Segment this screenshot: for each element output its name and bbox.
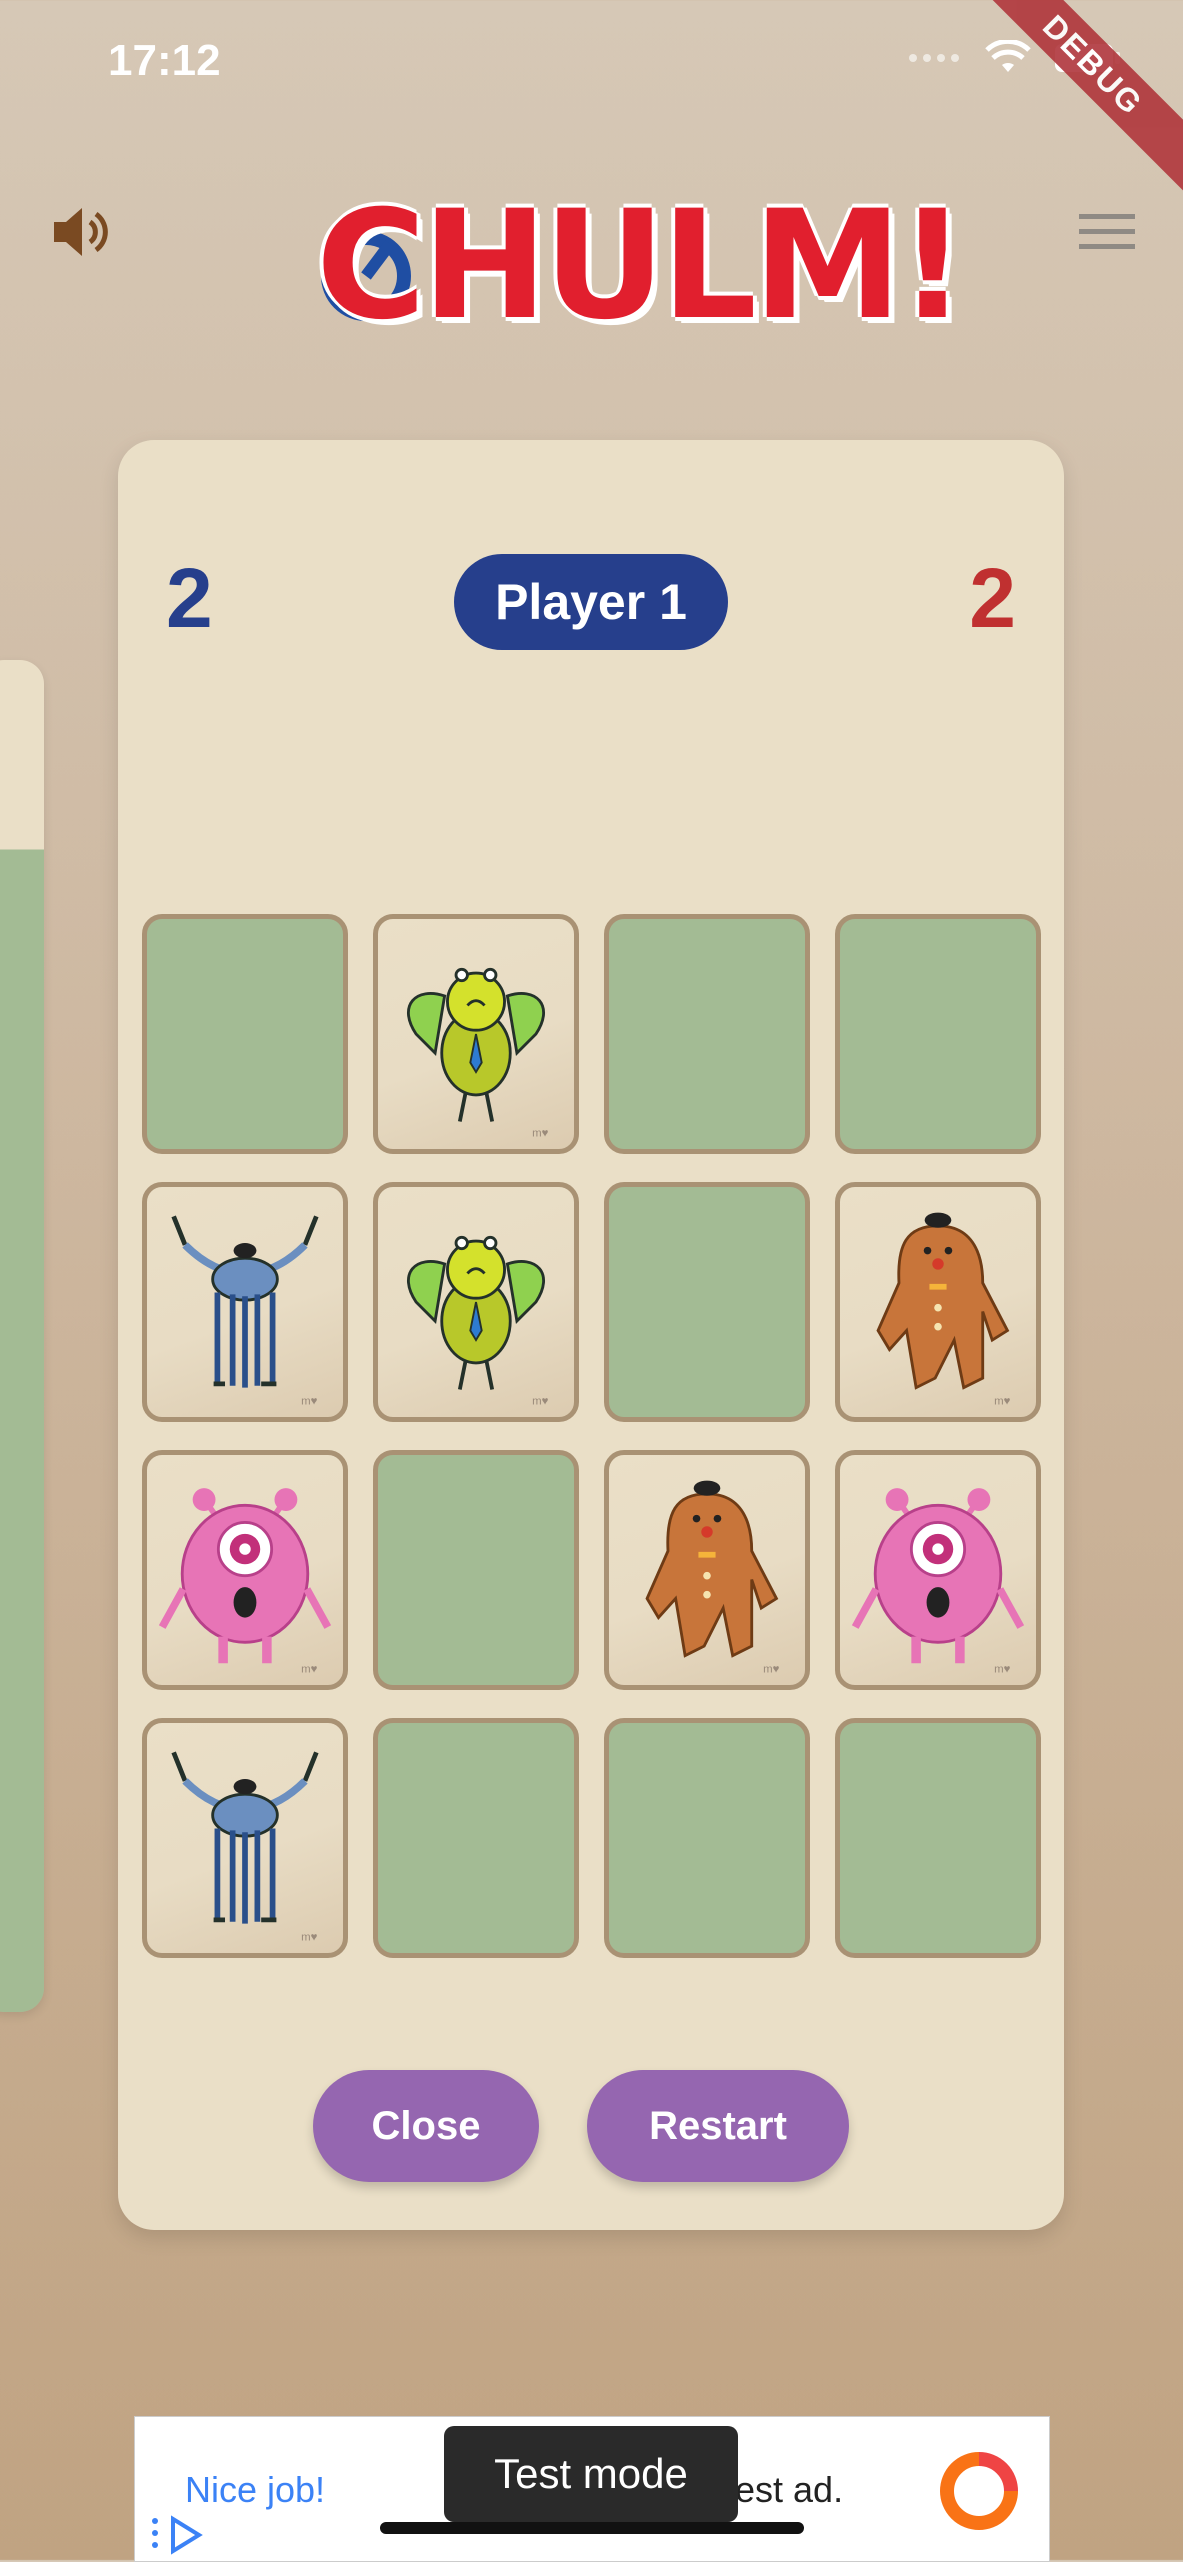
menu-button[interactable] [1079, 212, 1135, 257]
card-hidden[interactable] [142, 914, 348, 1154]
card-faceup-gingerbread[interactable]: m♥ [604, 1450, 810, 1690]
previous-board-card [0, 660, 44, 2012]
home-indicator[interactable] [380, 2522, 804, 2534]
speaker-icon [54, 208, 108, 256]
svg-text:m♥: m♥ [301, 1664, 318, 1676]
svg-text:m♥: m♥ [301, 1396, 318, 1408]
restart-button[interactable]: Restart [587, 2070, 849, 2182]
hamburger-menu-icon [1079, 214, 1135, 249]
status-time: 17:12 [108, 36, 221, 85]
card-grid: m♥ m♥ m♥ m♥ m♥ m♥ m♥ m♥ [142, 914, 1041, 1958]
ad-text: est ad. [735, 2469, 844, 2510]
ad-title: Nice job! [185, 2469, 326, 2510]
action-buttons: Close Restart [118, 2070, 1064, 2182]
svg-text:m♥: m♥ [532, 1396, 549, 1408]
game-board: 2 Player 1 2 m♥ m♥ m♥ m♥ m♥ m♥ m♥ m♥ Clo… [118, 440, 1064, 2230]
card-faceup-blue-octopus[interactable]: m♥ [142, 1182, 348, 1422]
card-hidden[interactable] [373, 1718, 579, 1958]
card-hidden[interactable] [604, 1718, 810, 1958]
svg-text:m♥: m♥ [532, 1128, 549, 1140]
card-hidden[interactable] [373, 1450, 579, 1690]
card-faceup-green-bird[interactable]: m♥ [373, 1182, 579, 1422]
debug-banner: DEBUG [962, 0, 1183, 196]
gingerbread-monster-icon: m♥ [645, 1480, 780, 1676]
card-hidden[interactable] [835, 914, 1041, 1154]
gingerbread-monster-icon: m♥ [876, 1212, 1011, 1408]
blue-octopus-monster-icon: m♥ [171, 1215, 319, 1408]
blue-octopus-monster-icon: m♥ [171, 1751, 319, 1944]
ad-choices-icon[interactable] [149, 2513, 209, 2557]
pink-cyclops-monster-icon: m♥ [851, 1488, 1025, 1676]
test-mode-label: Test mode [444, 2426, 738, 2522]
card-faceup-blue-octopus[interactable]: m♥ [142, 1718, 348, 1958]
player-2-score: 2 [969, 551, 1016, 645]
svg-text:m♥: m♥ [763, 1664, 780, 1676]
current-player-badge: Player 1 [454, 554, 728, 650]
svg-text:m♥: m♥ [994, 1664, 1011, 1676]
ad-logo-icon [940, 2452, 1018, 2530]
card-faceup-gingerbread[interactable]: m♥ [835, 1182, 1041, 1422]
sound-toggle-button[interactable] [48, 200, 112, 269]
svg-text:m♥: m♥ [994, 1396, 1011, 1408]
card-faceup-green-bird[interactable]: m♥ [373, 914, 579, 1154]
svg-text:m♥: m♥ [301, 1932, 318, 1944]
signal-icon [909, 54, 959, 62]
card-faceup-pink-cyclops[interactable]: m♥ [835, 1450, 1041, 1690]
logo-text: CHULM! [316, 179, 967, 353]
card-faceup-pink-cyclops[interactable]: m♥ [142, 1450, 348, 1690]
app-logo: CHULM! [316, 179, 967, 353]
player-1-score: 2 [166, 551, 213, 645]
green-bird-monster-icon: m♥ [407, 967, 549, 1140]
close-button[interactable]: Close [313, 2070, 539, 2182]
card-hidden[interactable] [604, 914, 810, 1154]
green-bird-monster-icon: m♥ [407, 1235, 549, 1408]
pink-cyclops-monster-icon: m♥ [158, 1488, 332, 1676]
card-hidden[interactable] [604, 1182, 810, 1422]
wifi-icon [985, 40, 1031, 72]
card-hidden[interactable] [835, 1718, 1041, 1958]
